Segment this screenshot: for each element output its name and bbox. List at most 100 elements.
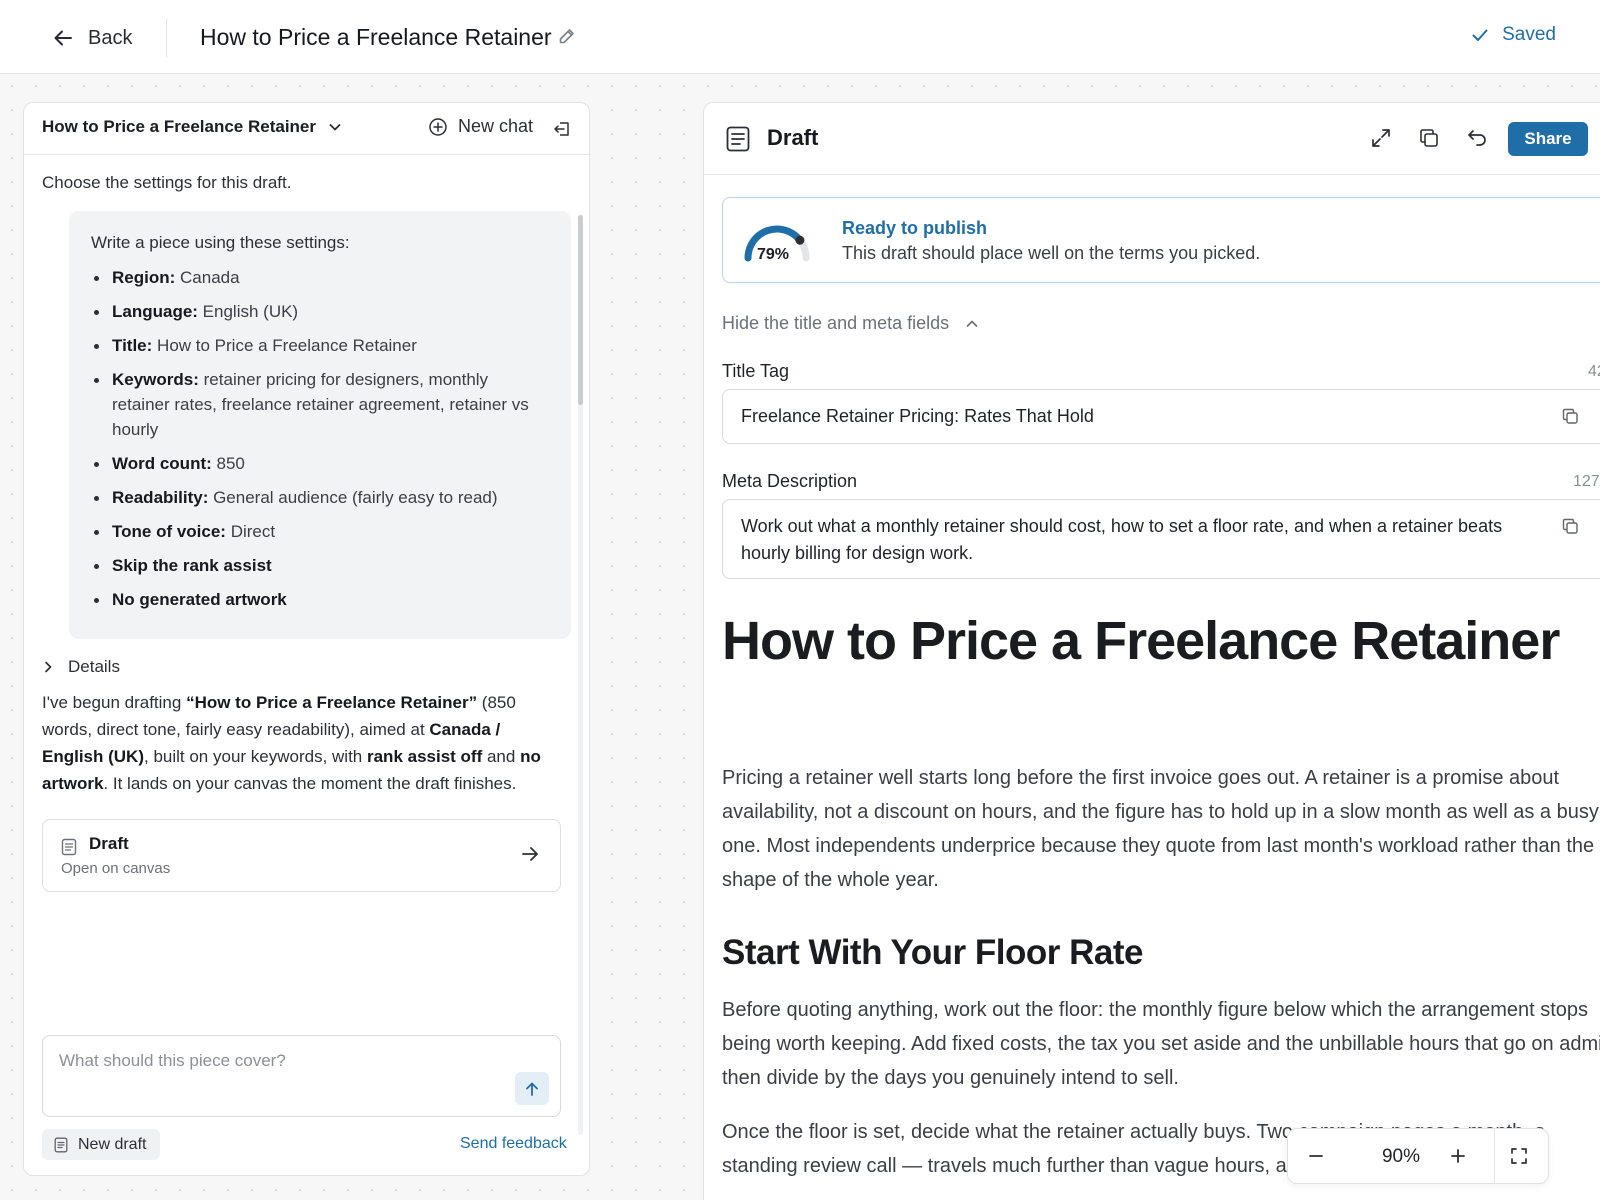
setting-item: No generated artwork xyxy=(91,587,549,612)
document-title: How to Price a Freelance Retainer xyxy=(200,24,552,50)
chevron-down-icon xyxy=(328,120,342,134)
new-chat-button[interactable]: New chat xyxy=(428,116,533,137)
setting-value: How to Price a Freelance Retainer xyxy=(152,336,417,355)
setting-key: Tone of voice: xyxy=(112,522,226,541)
score-percent: 79% xyxy=(757,246,790,263)
arrow-left-icon xyxy=(52,27,74,49)
chat-scrollbar-thumb[interactable] xyxy=(578,215,583,405)
chevron-right-icon xyxy=(42,660,54,674)
arrow-right-icon xyxy=(520,844,540,864)
gauge-knob xyxy=(795,235,805,245)
setting-item: Keywords: retainer pricing for designers… xyxy=(91,367,549,442)
setting-value: English (UK) xyxy=(197,302,299,321)
document-icon xyxy=(61,838,77,856)
expand-icon[interactable] xyxy=(1370,127,1392,149)
setting-key: Word count: xyxy=(112,454,212,473)
setting-item: Language: English (UK) xyxy=(91,299,549,324)
back-button[interactable]: Back xyxy=(52,22,132,54)
zoom-out-icon[interactable] xyxy=(1306,1146,1326,1166)
setting-key: Language: xyxy=(112,302,198,321)
saved-label: Saved xyxy=(1502,24,1556,45)
check-icon xyxy=(1470,25,1490,45)
reply-text: , built on your keywords, with xyxy=(144,747,367,766)
status-title: Ready to publish xyxy=(842,218,988,238)
settings-lead: Write a piece using these settings: xyxy=(91,233,350,252)
setting-value: 850 xyxy=(211,454,245,473)
title-tag-value: Freelance Retainer Pricing: Rates That H… xyxy=(741,406,1094,426)
thread-title: How to Price a Freelance Retainer xyxy=(42,117,316,136)
reply-strong: “How to Price a Freelance Retainer” xyxy=(186,693,478,712)
prompt-input[interactable] xyxy=(59,1048,499,1074)
article-paragraph: Before quoting anything, work out the fl… xyxy=(722,999,1600,1089)
status-card: 79% Ready to publish This draft should p… xyxy=(722,197,1600,283)
draft-panel: Draft Share 79% Ready to publish This dr… xyxy=(703,102,1600,1200)
new-chat-label: New chat xyxy=(458,116,534,136)
pencil-icon[interactable] xyxy=(558,27,576,45)
setting-key: Keywords: xyxy=(112,370,199,389)
new-draft-button[interactable]: New draft xyxy=(42,1129,161,1160)
settings-list: Region: Canada Language: English (UK) Ti… xyxy=(91,265,549,612)
setting-key: Title: xyxy=(112,336,153,355)
setting-item: Region: Canada xyxy=(91,265,549,290)
title-tag-count: 42 xyxy=(1588,363,1600,380)
setting-value: General audience (fairly easy to read) xyxy=(208,488,498,507)
setting-value: Direct xyxy=(225,522,276,541)
arrow-up-icon xyxy=(524,1081,540,1097)
draft-card-subtitle: Open on canvas xyxy=(61,860,171,877)
zoom-in-icon[interactable] xyxy=(1448,1146,1468,1166)
chevron-up-icon xyxy=(965,317,979,331)
chat-intro-message: Choose the settings for this draft. xyxy=(42,173,292,192)
copy-icon[interactable] xyxy=(1561,407,1579,425)
open-draft-card[interactable]: Draft Open on canvas xyxy=(42,819,561,892)
zoom-control: 90% xyxy=(1287,1128,1549,1184)
setting-item: Skip the rank assist xyxy=(91,553,549,578)
share-button[interactable]: Share xyxy=(1508,122,1588,156)
title-tag-label: Title Tag xyxy=(722,361,790,381)
meta-description-field[interactable]: Work out what a monthly retainer should … xyxy=(722,499,1600,579)
chat-header: How to Price a Freelance Retainer New ch… xyxy=(24,103,589,155)
meta-description-label: Meta Description xyxy=(722,471,858,491)
thread-selector[interactable]: How to Price a Freelance Retainer xyxy=(42,117,342,137)
collapse-panel-icon[interactable] xyxy=(552,119,572,139)
undo-icon[interactable] xyxy=(1466,127,1488,149)
setting-item: Word count: 850 xyxy=(91,451,549,476)
setting-key: Region: xyxy=(112,268,176,287)
draft-card-title: Draft xyxy=(89,834,129,853)
setting-key: Readability: xyxy=(112,488,209,507)
saved-status: Saved xyxy=(1470,24,1556,46)
chat-scrollbar[interactable] xyxy=(578,215,583,1135)
document-icon xyxy=(54,1137,68,1153)
reply-text: and xyxy=(482,747,521,766)
divider xyxy=(166,19,167,57)
fit-screen-icon[interactable] xyxy=(1509,1146,1529,1166)
details-label: Details xyxy=(68,657,120,676)
setting-key: No generated artwork xyxy=(112,590,287,609)
chat-panel: How to Price a Freelance Retainer New ch… xyxy=(23,102,590,1176)
meta-fields-toggle[interactable]: Hide the title and meta fields xyxy=(722,313,979,334)
divider xyxy=(1494,1129,1495,1183)
setting-key: Skip the rank assist xyxy=(112,556,272,575)
copy-icon[interactable] xyxy=(1561,517,1579,535)
details-toggle[interactable]: Details xyxy=(42,657,120,677)
article-title: How to Price a Freelance Retainer xyxy=(722,611,1560,671)
prompt-box xyxy=(42,1035,561,1117)
status-subtitle: This draft should place well on the term… xyxy=(842,243,1261,263)
assistant-reply: I've begun drafting “How to Price a Free… xyxy=(42,689,554,797)
article-paragraph: Pricing a retainer well starts long befo… xyxy=(722,767,1599,891)
reply-text: . It lands on your canvas the moment the… xyxy=(103,774,517,793)
meta-description-value: Work out what a monthly retainer should … xyxy=(741,516,1503,563)
title-tag-field[interactable]: Freelance Retainer Pricing: Rates That H… xyxy=(722,389,1600,444)
document-icon xyxy=(726,126,750,152)
top-bar: Back How to Price a Freelance Retainer S… xyxy=(0,0,1600,74)
draft-panel-title: Draft xyxy=(767,125,819,150)
send-feedback-link[interactable]: Send feedback xyxy=(460,1135,567,1153)
copy-icon[interactable] xyxy=(1418,127,1440,149)
zoom-level: 90% xyxy=(1381,1146,1421,1167)
meta-description-count: 127/ xyxy=(1573,473,1600,490)
send-button[interactable] xyxy=(515,1072,549,1105)
article-heading: Start With Your Floor Rate xyxy=(722,933,1143,972)
setting-item: Title: How to Price a Freelance Retainer xyxy=(91,333,549,358)
reply-text: I've begun drafting xyxy=(42,693,187,712)
plus-circle-icon xyxy=(428,117,448,137)
setting-value: Canada xyxy=(175,268,240,287)
